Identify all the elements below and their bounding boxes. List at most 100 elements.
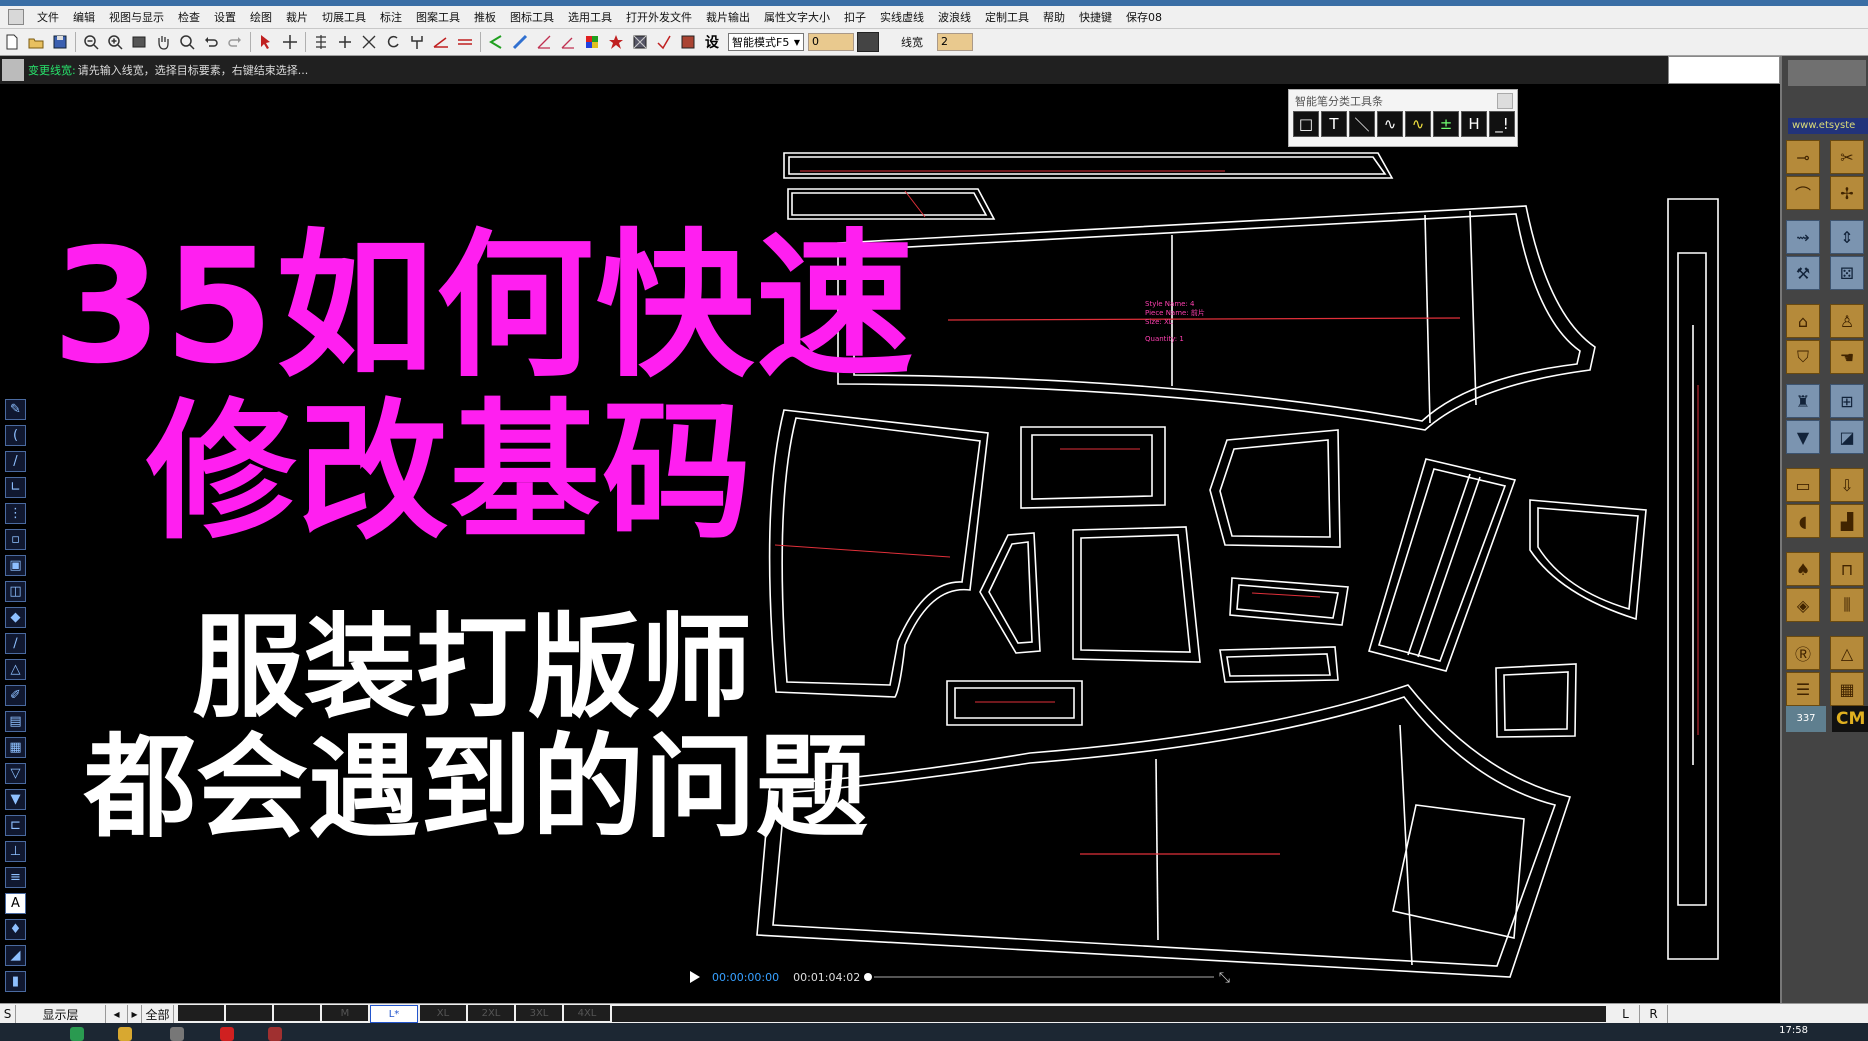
pencil-icon[interactable]: ✐ <box>5 685 26 706</box>
redo-icon[interactable] <box>224 31 246 53</box>
close-icon[interactable] <box>1497 93 1513 109</box>
ruler-icon[interactable] <box>509 31 531 53</box>
angle-line-icon[interactable] <box>430 31 452 53</box>
layers-icon[interactable]: ☰ <box>1786 672 1820 706</box>
select-arrow-icon[interactable] <box>255 31 277 53</box>
menu-file[interactable]: 文件 <box>30 9 66 25</box>
star-icon[interactable] <box>605 31 627 53</box>
menu-pieces[interactable]: 裁片 <box>279 9 315 25</box>
menu-icon-tools[interactable]: 图标工具 <box>503 9 561 25</box>
right-side-button[interactable]: R <box>1640 1005 1668 1023</box>
notch-icon[interactable] <box>677 31 699 53</box>
move-cross-icon[interactable] <box>279 31 301 53</box>
seam-icon[interactable] <box>653 31 675 53</box>
seek-track[interactable] <box>874 976 1215 978</box>
measure-icon[interactable] <box>533 31 555 53</box>
dice-icon[interactable]: ⚄ <box>1830 256 1864 290</box>
frame-icon[interactable]: ▣ <box>5 555 26 576</box>
open-folder-icon[interactable] <box>25 31 47 53</box>
menu-custom-tools[interactable]: 定制工具 <box>978 9 1036 25</box>
menu-view[interactable]: 视图与显示 <box>102 9 171 25</box>
menu-open-external[interactable]: 打开外发文件 <box>619 9 699 25</box>
counter-icon[interactable]: ⊞ <box>1830 384 1864 418</box>
plus-minus-tool-button[interactable]: ± <box>1433 111 1459 137</box>
scissors-icon[interactable]: ✂ <box>1830 140 1864 174</box>
text-tool-icon[interactable]: A <box>5 893 26 914</box>
menu-wave-line[interactable]: 波浪线 <box>931 9 978 25</box>
fork-icon[interactable] <box>406 31 428 53</box>
menu-edit[interactable]: 编辑 <box>66 9 102 25</box>
fold-icon[interactable]: ◫ <box>5 581 26 602</box>
menu-pattern-tools[interactable]: 图案工具 <box>409 9 467 25</box>
curve-tool-button[interactable]: ∿ <box>1405 111 1431 137</box>
next-arrow-icon[interactable]: ▸ <box>128 1005 142 1023</box>
size-cell[interactable] <box>274 1005 320 1021</box>
record-icon[interactable] <box>220 1027 234 1041</box>
lamp-icon[interactable]: ♙ <box>1830 304 1864 338</box>
size-3xl[interactable]: 3XL <box>516 1005 562 1021</box>
down-triangle-icon[interactable]: ▼ <box>1786 420 1820 454</box>
app-taskbar-icon[interactable] <box>170 1027 184 1041</box>
book-icon[interactable]: ◪ <box>1830 420 1864 454</box>
diagonal-tool-button[interactable]: ＼ <box>1349 111 1375 137</box>
menu-solid-dashed[interactable]: 实线虚线 <box>873 9 931 25</box>
step-line-icon[interactable]: ⊥ <box>5 841 26 862</box>
hammer-icon[interactable]: ⚒ <box>1786 256 1820 290</box>
menu-check[interactable]: 检查 <box>171 9 207 25</box>
rotate-icon[interactable] <box>382 31 404 53</box>
size-2xl[interactable]: 2XL <box>468 1005 514 1021</box>
eraser-icon[interactable]: ▮ <box>5 971 26 992</box>
pin-icon[interactable]: ♦ <box>5 919 26 940</box>
menu-save08[interactable]: 保存08 <box>1119 9 1169 25</box>
size-xl[interactable]: XL <box>420 1005 466 1021</box>
color-palette-icon[interactable] <box>581 31 603 53</box>
measure-tool-icon[interactable]: ∕ <box>5 633 26 654</box>
download-icon[interactable]: ⇩ <box>1830 468 1864 502</box>
play-icon[interactable] <box>690 971 700 983</box>
corner-icon[interactable]: ∟ <box>5 477 26 498</box>
size-cell[interactable] <box>178 1005 224 1021</box>
hand-icon[interactable]: ☚ <box>1830 340 1864 374</box>
shirt-icon[interactable]: ♠ <box>1786 552 1820 586</box>
point-cross-icon[interactable] <box>334 31 356 53</box>
menu-grading[interactable]: 推板 <box>467 9 503 25</box>
save-piece-icon[interactable]: ▤ <box>5 711 26 732</box>
zoom-window-icon[interactable] <box>176 31 198 53</box>
cup-icon[interactable]: ◖ <box>1786 504 1820 538</box>
wave-tool-button[interactable]: ∿ <box>1377 111 1403 137</box>
arrow-down-icon[interactable]: ▽ <box>5 763 26 784</box>
line-width-field[interactable]: 2 <box>937 33 973 51</box>
green-arrow-icon[interactable] <box>485 31 507 53</box>
size-4xl[interactable]: 4XL <box>564 1005 610 1021</box>
step-tool-button[interactable]: _! <box>1489 111 1515 137</box>
arrows-icon[interactable]: ⇕ <box>1830 220 1864 254</box>
r-circle-icon[interactable]: Ⓡ <box>1786 636 1820 670</box>
lines-icon[interactable]: ≡ <box>5 867 26 888</box>
menu-slash-spread[interactable]: 切展工具 <box>315 9 373 25</box>
steps-icon[interactable]: ⊏ <box>5 815 26 836</box>
menu-help[interactable]: 帮助 <box>1036 9 1072 25</box>
zoom-out-icon[interactable] <box>80 31 102 53</box>
table-icon[interactable]: ▦ <box>1830 672 1864 706</box>
split-icon[interactable]: ⋮ <box>5 503 26 524</box>
angle-measure-icon[interactable] <box>557 31 579 53</box>
tag-icon[interactable]: ◈ <box>1786 588 1820 622</box>
menu-shortcuts[interactable]: 快捷键 <box>1072 9 1119 25</box>
double-line-icon[interactable] <box>454 31 476 53</box>
pole-icon[interactable]: ⫼ <box>1830 588 1864 622</box>
triangle-icon[interactable]: △ <box>5 659 26 680</box>
save-icon[interactable] <box>49 31 71 53</box>
size-l-base[interactable]: L* <box>370 1005 418 1023</box>
rectangle-icon[interactable]: ▫ <box>5 529 26 550</box>
zoom-in-icon[interactable] <box>104 31 126 53</box>
fit-view-icon[interactable] <box>128 31 150 53</box>
curve-icon[interactable]: ( <box>5 425 26 446</box>
menu-piece-output[interactable]: 裁片输出 <box>699 9 757 25</box>
menu-buttons[interactable]: 扣子 <box>837 9 873 25</box>
command-input[interactable] <box>1668 56 1780 84</box>
prev-arrow-icon[interactable]: ◂ <box>106 1005 128 1023</box>
seek-knob[interactable] <box>864 973 873 981</box>
set-button[interactable]: 设 <box>701 31 723 53</box>
bag-icon[interactable]: ⊓ <box>1830 552 1864 586</box>
size-cell[interactable] <box>226 1005 272 1021</box>
